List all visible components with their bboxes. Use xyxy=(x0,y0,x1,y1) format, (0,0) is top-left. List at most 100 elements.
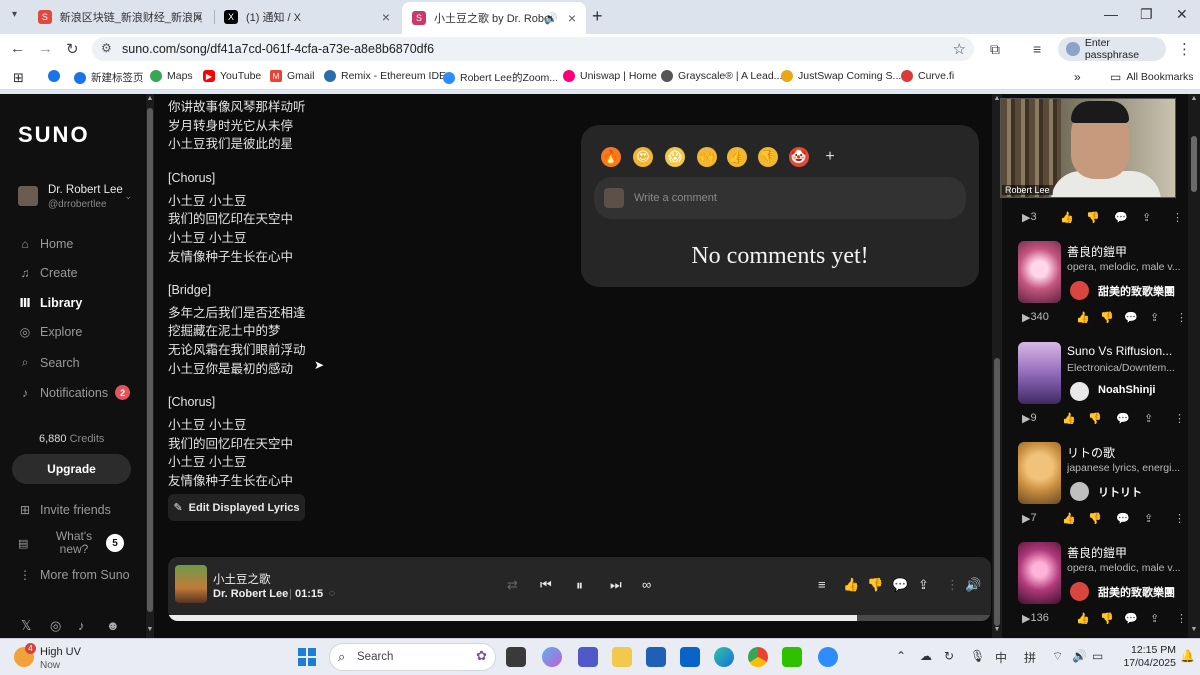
copilot-icon[interactable] xyxy=(542,647,562,667)
bookmark-item[interactable]: Uniswap | Home xyxy=(563,70,657,82)
scroll-down-icon[interactable]: ▼ xyxy=(1188,626,1200,633)
dislike-icon[interactable]: 👎 xyxy=(1086,211,1100,224)
playback-progress[interactable] xyxy=(168,615,991,621)
share-icon[interactable]: ⇪ xyxy=(1150,311,1159,324)
volume-icon[interactable]: 🔊 xyxy=(1072,649,1087,663)
share-icon[interactable]: ⇪ xyxy=(1144,512,1153,525)
song-thumbnail[interactable] xyxy=(1018,442,1061,504)
bookmark-item[interactable]: JustSwap Coming S... xyxy=(781,70,901,82)
more-options-icon[interactable]: ⋮ xyxy=(1174,512,1185,525)
avatar[interactable] xyxy=(1070,382,1089,401)
comment-icon[interactable]: 💬 xyxy=(1116,412,1130,425)
battery-icon[interactable]: ▭ xyxy=(1092,649,1103,663)
player-song-title[interactable]: 小土豆之歌 xyxy=(213,571,271,587)
apps-grid-icon[interactable]: ⊞ xyxy=(13,70,24,86)
upgrade-button[interactable]: Upgrade xyxy=(12,454,131,484)
queue-icon[interactable]: ≡ xyxy=(818,577,826,592)
audio-playing-icon[interactable]: 🔊 xyxy=(544,12,558,25)
more-from-suno[interactable]: ⋮ More from Suno xyxy=(18,568,130,582)
player-artist[interactable]: Dr. Robert Lee xyxy=(213,588,288,600)
nav-create[interactable]: ♫ Create xyxy=(18,266,78,280)
edge-icon[interactable] xyxy=(714,647,734,667)
system-clock[interactable]: 12:15 PM 17/04/2025 xyxy=(1116,644,1176,670)
windows-start-icon[interactable] xyxy=(298,648,316,666)
tiktok-icon[interactable]: ♪ xyxy=(78,618,85,633)
notification-bell-icon[interactable]: 🔔 xyxy=(1180,649,1195,663)
bookmark-item[interactable]: Maps xyxy=(150,70,193,82)
scroll-up-icon[interactable]: ▲ xyxy=(1188,95,1200,102)
repeat-icon[interactable]: ∞ xyxy=(642,577,651,592)
zoom-icon[interactable] xyxy=(818,647,838,667)
extensions-icon[interactable]: ⧉ xyxy=(990,41,1000,58)
tab-sina[interactable]: S 新浪区块链_新浪财经_新浪网 × xyxy=(28,4,212,30)
play-count[interactable]: ▶ 136 xyxy=(1022,612,1049,625)
forward-icon[interactable]: → xyxy=(38,40,53,57)
play-count[interactable]: ▶ 9 xyxy=(1022,412,1037,425)
bookmark-item[interactable]: Grayscale® | A Lead... xyxy=(661,70,782,82)
tray-overflow-icon[interactable]: ⌃ xyxy=(896,649,906,663)
song-cover-art[interactable] xyxy=(175,565,207,603)
more-bookmarks-icon[interactable]: » xyxy=(1074,70,1081,84)
more-options-icon[interactable]: ⋮ xyxy=(946,577,959,593)
comment-box[interactable] xyxy=(594,177,966,219)
like-icon[interactable]: 👍 xyxy=(1060,211,1074,224)
song-artist[interactable]: 甜美的致歌樂團 xyxy=(1098,283,1175,299)
clown-icon[interactable]: 🤡 xyxy=(789,147,809,167)
comment-icon[interactable]: 💬 xyxy=(1124,612,1138,625)
song-thumbnail[interactable] xyxy=(1018,542,1061,604)
site-info-icon[interactable]: ⚙ xyxy=(101,41,112,55)
nav-explore[interactable]: ◎ Explore xyxy=(18,325,83,339)
avatar[interactable] xyxy=(1070,482,1089,501)
scrollbar-thumb[interactable] xyxy=(1191,136,1197,192)
song-title[interactable]: 善良的鎧甲 xyxy=(1067,243,1187,260)
back-icon[interactable]: ← xyxy=(10,40,25,57)
previous-track-icon[interactable]: ⏮ xyxy=(540,577,552,593)
share-icon[interactable]: ⇪ xyxy=(1150,612,1159,625)
scroll-up-icon[interactable]: ▲ xyxy=(146,95,154,102)
share-icon[interactable]: ⇪ xyxy=(1142,211,1151,224)
share-icon[interactable]: ⇪ xyxy=(1144,412,1153,425)
tab-x-notifications[interactable]: X (1) 通知 / X × xyxy=(214,4,400,30)
teams-icon[interactable] xyxy=(578,647,598,667)
store-icon[interactable] xyxy=(646,647,666,667)
fire-icon[interactable]: 🔥 xyxy=(601,147,621,167)
dislike-icon[interactable]: 👎 xyxy=(1100,612,1114,625)
comment-icon[interactable]: 💬 xyxy=(1114,211,1128,224)
scrollbar-thumb[interactable] xyxy=(147,108,153,612)
like-icon[interactable]: 👍 xyxy=(843,577,859,593)
right-list-scrollbar[interactable]: ▲ ▼ xyxy=(1188,94,1200,638)
whats-new[interactable]: ▤ What's new? 5 xyxy=(18,530,128,558)
like-icon[interactable]: 👍 xyxy=(1062,512,1076,525)
ime-indicator[interactable]: 中 xyxy=(995,649,1007,666)
volume-icon[interactable]: 🔊 xyxy=(965,577,981,593)
ime-mode-indicator[interactable]: 拼 xyxy=(1024,649,1036,666)
invite-friends[interactable]: ⊞ Invite friends xyxy=(18,503,111,517)
next-track-icon[interactable]: ⏭ xyxy=(610,577,622,593)
media-controls-icon[interactable]: ≡ xyxy=(1033,41,1041,57)
discord-icon[interactable]: ☻ xyxy=(106,618,120,633)
song-title[interactable]: 善良的鎧甲 xyxy=(1067,544,1187,561)
song-thumbnail[interactable] xyxy=(1018,241,1061,303)
song-card[interactable]: リトの歌 japanese lyrics, energi... リトリト xyxy=(1018,442,1188,506)
dislike-icon[interactable]: 👎 xyxy=(867,577,883,593)
song-card[interactable]: 善良的鎧甲 opera, melodic, male v... 甜美的致歌樂團 xyxy=(1018,241,1188,305)
avatar[interactable] xyxy=(1070,281,1089,300)
onedrive-icon[interactable]: ☁ xyxy=(920,649,932,663)
tab-search-chevron-icon[interactable]: ▾ xyxy=(12,9,17,20)
sync-icon[interactable]: ↻ xyxy=(944,649,954,663)
comment-icon[interactable]: 💬 xyxy=(1116,512,1130,525)
song-artist[interactable]: リトリト xyxy=(1098,484,1142,500)
bookmark-item[interactable]: 新建标签页 xyxy=(74,70,144,85)
bookmark-item[interactable]: Robert Lee的Zoom... xyxy=(443,70,558,85)
play-count[interactable]: ▶ 3 xyxy=(1022,211,1037,224)
outlook-icon[interactable] xyxy=(680,647,700,667)
wifi-icon[interactable]: ⌔ xyxy=(1052,649,1063,664)
thumbs-up-icon[interactable]: 👍 xyxy=(727,147,747,167)
comment-input[interactable] xyxy=(634,189,954,207)
passphrase-button[interactable]: Enter passphrase xyxy=(1058,37,1166,61)
wechat-icon[interactable] xyxy=(782,647,802,667)
browser-menu-icon[interactable]: ⋮ xyxy=(1177,40,1192,58)
scrollbar-thumb[interactable] xyxy=(994,358,1000,626)
profile-menu[interactable]: Dr. Robert Lee @drrobertlee ⌄ xyxy=(18,184,136,212)
more-options-icon[interactable]: ⋮ xyxy=(1176,612,1187,625)
